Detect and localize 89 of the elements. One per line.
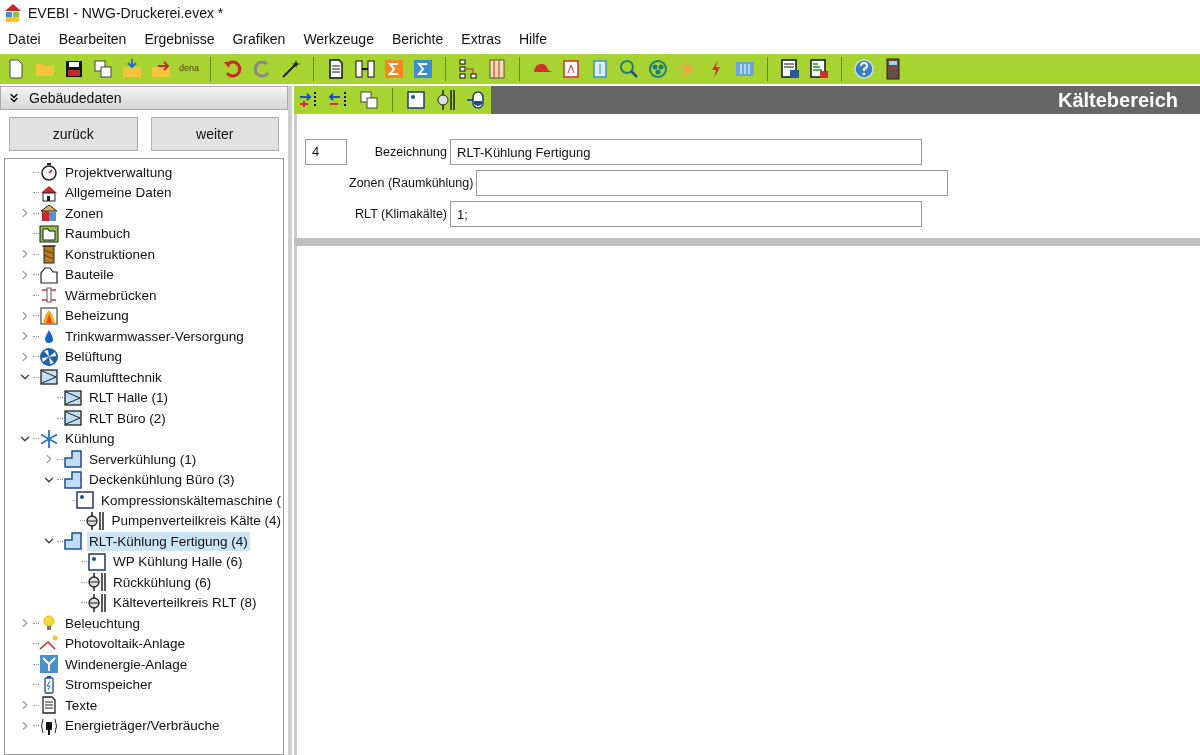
chiller-icon — [74, 490, 95, 511]
flame-icon — [39, 305, 59, 326]
sum-icon[interactable] — [383, 58, 406, 80]
collapse-icon[interactable] — [7, 91, 21, 105]
export-icon[interactable] — [150, 58, 172, 80]
panel-header[interactable]: Gebäudedaten — [0, 86, 288, 110]
copy-icon[interactable] — [92, 58, 114, 80]
field-label: RLT (Klimakälte) — [354, 205, 448, 223]
tree-item[interactable]: RLT Büro (2) — [87, 408, 168, 428]
building-outline-icon — [39, 264, 59, 285]
field-label: Zonen (Raumkühlung) — [348, 174, 475, 192]
text-field[interactable]: RLT-Kühlung Fertigung — [450, 139, 922, 165]
sum-icon[interactable] — [412, 58, 435, 80]
tank-icon[interactable] — [465, 89, 487, 111]
dena-label[interactable]: dena — [179, 62, 200, 76]
pump-icon — [87, 592, 107, 613]
menu-item[interactable]: Extras — [461, 28, 501, 50]
tree-item[interactable]: Kühlung — [63, 429, 117, 449]
fan-icon[interactable] — [647, 58, 670, 80]
air-handler-icon — [39, 367, 59, 388]
tree-item[interactable]: Pumpenverteilkreis Kälte (4) — [109, 511, 283, 531]
cooling-area-icon — [63, 531, 83, 552]
fan-icon — [39, 346, 59, 367]
menu-item[interactable]: Berichte — [391, 28, 444, 50]
chiller-icon[interactable] — [405, 89, 427, 111]
room-book-icon — [39, 223, 59, 244]
menu-item[interactable]: Datei — [8, 28, 41, 50]
tree-item[interactable]: Allgemeine Daten — [63, 183, 174, 203]
air-handler-icon — [63, 408, 83, 429]
section-title: Kältebereich — [1057, 88, 1178, 113]
tree-item[interactable]: Kompressionskältemaschine ( — [98, 490, 283, 510]
tree-item[interactable]: Wärmebrücken — [63, 285, 159, 305]
app-logo-icon — [4, 3, 22, 23]
tree-item[interactable]: Photovoltaik-Anlage — [63, 634, 188, 654]
pdf-report-icon[interactable] — [808, 58, 831, 80]
chiller-icon — [87, 551, 107, 572]
nav-button[interactable]: zurück — [9, 117, 138, 151]
tree-item[interactable]: Raumbuch — [63, 224, 133, 244]
field-label: Bezeichnung — [373, 143, 448, 161]
thermal-bridge-icon — [39, 285, 59, 306]
wall-icon — [39, 244, 59, 265]
tree-item[interactable]: Rückkühlung (6) — [111, 572, 214, 592]
tree-item[interactable]: Zonen — [63, 203, 106, 223]
hierarchy-icon[interactable] — [457, 58, 480, 80]
menu-item[interactable]: Ergebnisse — [144, 28, 215, 50]
text-field[interactable]: 1; — [450, 201, 922, 227]
snowflake-icon — [39, 428, 59, 449]
tree-item[interactable]: WP Kühlung Halle (6) — [111, 552, 245, 572]
tree-item[interactable]: Serverkühlung (1) — [87, 449, 199, 469]
cooling-area-icon — [63, 469, 83, 490]
menu-item[interactable]: Hilfe — [519, 28, 547, 50]
pump-icon — [85, 510, 106, 531]
word-report-icon[interactable] — [779, 58, 802, 80]
tree-item[interactable]: Projektverwaltung — [63, 162, 175, 182]
pump-icon — [87, 572, 107, 593]
text-field[interactable] — [476, 170, 949, 196]
tree-item[interactable]: Windenergie-Anlage — [63, 654, 190, 674]
nav-button[interactable]: weiter — [150, 117, 279, 151]
tree-item[interactable]: Raumlufttechnik — [63, 367, 164, 387]
tree-item[interactable]: Kälteverteilkreis RLT (8) — [111, 593, 259, 613]
pump-icon[interactable] — [435, 89, 457, 111]
tree-item[interactable]: Bauteile — [63, 265, 116, 285]
air-handler-icon — [63, 387, 83, 408]
tree-item[interactable]: Beheizung — [63, 306, 131, 326]
stopwatch-icon — [39, 162, 59, 183]
panel-title: Gebäudedaten — [29, 88, 122, 108]
save-icon[interactable] — [63, 58, 85, 80]
import-icon[interactable] — [121, 58, 143, 80]
tree-item[interactable]: Trinkwarmwasser-Versorgung — [63, 326, 246, 346]
cooling-area-icon — [63, 449, 83, 470]
window-title: EVEBI - NWG-Druckerei.evex * — [28, 3, 224, 23]
menu-item[interactable]: Bearbeiten — [58, 28, 127, 50]
menu-item[interactable]: Werkzeuge — [303, 28, 374, 50]
document-icon — [39, 695, 59, 716]
compare-icon[interactable] — [354, 58, 377, 80]
tree-item[interactable]: Belüftung — [63, 347, 125, 367]
tree-item[interactable]: Deckenkühlung Büro (3) — [87, 470, 237, 490]
tree-item[interactable]: Konstruktionen — [63, 244, 158, 264]
menu-item[interactable]: Grafiken — [232, 28, 286, 50]
help-icon[interactable] — [853, 58, 876, 80]
tree-item[interactable]: Energieträger/Verbräuche — [63, 716, 222, 736]
record-number-field[interactable]: 4 — [305, 139, 347, 165]
zones-icon — [39, 203, 59, 224]
copy-icon[interactable] — [358, 89, 380, 111]
tree-item[interactable]: Texte — [63, 695, 100, 715]
tree-item[interactable]: Stromspeicher — [63, 675, 155, 695]
tree-item[interactable]: Beleuchtung — [63, 613, 143, 633]
tree-item[interactable]: RLT-Kühlung Fertigung (4) — [87, 531, 250, 551]
tree-item[interactable]: RLT Halle (1) — [87, 388, 171, 408]
